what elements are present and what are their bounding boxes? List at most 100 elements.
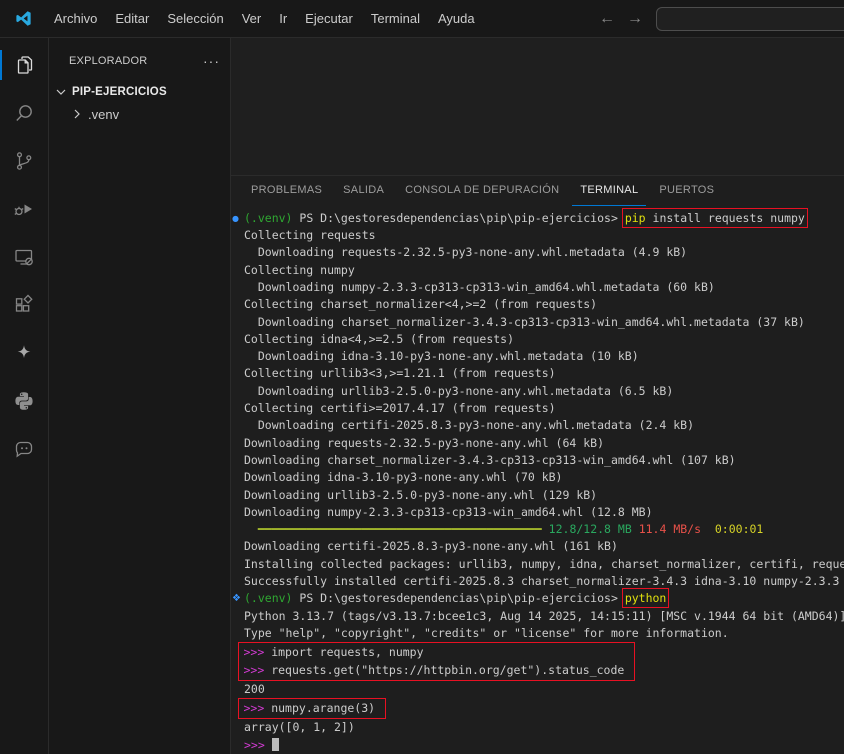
menu-item-archivo[interactable]: Archivo bbox=[45, 7, 106, 30]
more-actions-icon[interactable]: ··· bbox=[203, 53, 220, 69]
terminal-text: Collecting numpy bbox=[244, 263, 355, 277]
terminal-line: Downloading idna-3.10-py3-none-any.whl.m… bbox=[244, 348, 844, 365]
copilot-chat-icon bbox=[12, 437, 36, 461]
terminal-line: Downloading charset_normalizer-3.4.3-cp3… bbox=[244, 452, 844, 469]
terminal-text: 0:00:01 bbox=[715, 522, 763, 536]
panel-tab-terminal[interactable]: TERMINAL bbox=[572, 176, 646, 206]
annotation-box: >>> numpy.arange(3) bbox=[238, 698, 386, 719]
terminal-line: Collecting certifi>=2017.4.17 (from requ… bbox=[244, 400, 844, 417]
explorer-icon bbox=[12, 53, 36, 77]
terminal-text: Type "help", "copyright", "credits" or "… bbox=[244, 626, 729, 640]
activity-bar-item-copilot-sparkle-icon[interactable] bbox=[0, 329, 48, 377]
menubar: ArchivoEditarSelecciónVerIrEjecutarTermi… bbox=[45, 7, 484, 30]
menu-item-terminal[interactable]: Terminal bbox=[362, 7, 429, 30]
annotation-box: >>> import requests, numpy>>> requests.g… bbox=[238, 642, 635, 681]
terminal-line: >>> numpy.arange(3) bbox=[244, 700, 376, 717]
panel-tab-salida[interactable]: SALIDA bbox=[335, 176, 392, 206]
menu-item-editar[interactable]: Editar bbox=[106, 7, 158, 30]
terminal-text: Collecting requests bbox=[244, 228, 376, 242]
terminal-text: Collecting certifi>=2017.4.17 (from requ… bbox=[244, 401, 556, 415]
activity-bar-item-explorer-icon[interactable] bbox=[0, 41, 48, 89]
terminal-text: requests.get("https://httpbin.org/get").… bbox=[271, 663, 624, 677]
activity-bar-item-python-icon[interactable] bbox=[0, 377, 48, 425]
panel-tab-problemas[interactable]: PROBLEMAS bbox=[243, 176, 330, 206]
command-success-icon: ● bbox=[232, 210, 239, 227]
terminal-line: >>> bbox=[244, 737, 844, 754]
command-center-search[interactable] bbox=[656, 7, 844, 31]
terminal-line: Downloading charset_normalizer-3.4.3-cp3… bbox=[244, 314, 844, 331]
activity-bar-item-copilot-chat-icon[interactable] bbox=[0, 425, 48, 473]
panel-tab-puertos[interactable]: PUERTOS bbox=[651, 176, 722, 206]
folder-label: .venv bbox=[88, 107, 119, 122]
nav-back-icon[interactable]: ← bbox=[598, 10, 616, 28]
terminal-text: Downloading certifi-2025.8.3-py3-none-an… bbox=[244, 418, 694, 432]
terminal-line: Collecting idna<4,>=2.5 (from requests) bbox=[244, 331, 844, 348]
terminal-line: Downloading idna-3.10-py3-none-any.whl (… bbox=[244, 469, 844, 486]
terminal-annotated-group: >>> import requests, numpy>>> requests.g… bbox=[244, 642, 844, 681]
terminal-text: >>> bbox=[244, 645, 272, 659]
activity-bar-item-run-debug-icon[interactable] bbox=[0, 185, 48, 233]
activity-bar-item-source-control-icon[interactable] bbox=[0, 137, 48, 185]
nav-forward-icon[interactable]: → bbox=[626, 10, 644, 28]
terminal-line: Collecting urllib3<3,>=1.21.1 (from requ… bbox=[244, 365, 844, 382]
copilot-sparkle-icon bbox=[12, 341, 36, 365]
terminal-text: PS D:\gestoresdependencias\pip\pip-ejerc… bbox=[292, 211, 624, 225]
terminal-text: (.venv) bbox=[244, 211, 292, 225]
terminal[interactable]: ● (.venv) PS D:\gestoresdependencias\pip\… bbox=[231, 206, 844, 754]
folder-root-label: PIP-EJERCICIOS bbox=[72, 86, 167, 98]
terminal-text: Downloading certifi-2025.8.3-py3-none-an… bbox=[244, 539, 618, 553]
activity-bar-item-search-icon[interactable] bbox=[0, 89, 48, 137]
terminal-line: ❖(.venv) PS D:\gestoresdependencias\pip\… bbox=[244, 590, 844, 607]
command-running-icon: ❖ bbox=[232, 590, 241, 607]
terminal-text bbox=[244, 522, 258, 536]
terminal-cursor bbox=[272, 738, 279, 751]
annotation-box: python bbox=[625, 591, 667, 605]
terminal-line: array([0, 1, 2]) bbox=[244, 719, 844, 736]
annotation-box: pip install requests numpy bbox=[625, 211, 805, 225]
terminal-text: 200 bbox=[244, 682, 265, 696]
terminal-line: >>> requests.get("https://httpbin.org/ge… bbox=[244, 662, 625, 679]
activity-bar-item-remote-explorer-icon[interactable] bbox=[0, 233, 48, 281]
terminal-line: ━━━━━━━━━━━━━━━━━━━━━━━━━━━━━━━━━━━━━━━━… bbox=[244, 521, 844, 538]
terminal-line: Successfully installed certifi-2025.8.3 … bbox=[244, 573, 844, 590]
panel-tab-consola-de-depuracion[interactable]: CONSOLA DE DEPURACIÓN bbox=[397, 176, 567, 206]
terminal-text: Collecting idna<4,>=2.5 (from requests) bbox=[244, 332, 514, 346]
menu-item-ver[interactable]: Ver bbox=[233, 7, 271, 30]
menu-item-ir[interactable]: Ir bbox=[270, 7, 296, 30]
nav-arrows: ← → bbox=[598, 10, 644, 28]
terminal-text bbox=[701, 522, 715, 536]
terminal-text: array([0, 1, 2]) bbox=[244, 720, 355, 734]
activity-bar-item-extensions-icon[interactable] bbox=[0, 281, 48, 329]
terminal-text: 12.8/12.8 MB bbox=[549, 522, 632, 536]
sidebar-item-pip-ejercicios[interactable]: PIP-EJERCICIOS bbox=[49, 81, 230, 103]
terminal-line: Collecting numpy bbox=[244, 262, 844, 279]
terminal-text: Downloading requests-2.32.5-py3-none-any… bbox=[244, 245, 687, 259]
python-icon bbox=[12, 389, 36, 413]
terminal-line: ●(.venv) PS D:\gestoresdependencias\pip\… bbox=[244, 210, 844, 227]
terminal-text: Collecting charset_normalizer<4,>=2 (fro… bbox=[244, 297, 597, 311]
menu-item-seleccion[interactable]: Selección bbox=[158, 7, 232, 30]
activity-bar bbox=[0, 38, 49, 754]
menu-item-ayuda[interactable]: Ayuda bbox=[429, 7, 484, 30]
terminal-text bbox=[632, 522, 639, 536]
terminal-line: 200 bbox=[244, 681, 844, 698]
sidebar-item-venv[interactable]: .venv bbox=[49, 103, 230, 125]
extensions-icon bbox=[12, 293, 36, 317]
terminal-text: ━━━━━━━━━━━━━━━━━━━━━━━━━━━━━━━━━━━━━━━━… bbox=[258, 522, 542, 536]
terminal-line: Collecting requests bbox=[244, 227, 844, 244]
terminal-text bbox=[542, 522, 549, 536]
terminal-line: Collecting charset_normalizer<4,>=2 (fro… bbox=[244, 296, 844, 313]
chevron-down-icon bbox=[53, 84, 69, 100]
terminal-line: Installing collected packages: urllib3, … bbox=[244, 556, 844, 573]
terminal-text: pip bbox=[625, 211, 646, 225]
terminal-line: Downloading certifi-2025.8.3-py3-none-an… bbox=[244, 417, 844, 434]
source-control-icon bbox=[12, 149, 36, 173]
terminal-text: 11.4 MB/s bbox=[639, 522, 701, 536]
terminal-line: Downloading urllib3-2.5.0-py3-none-any.w… bbox=[244, 487, 844, 504]
panel-tabs: PROBLEMASSALIDACONSOLA DE DEPURACIÓNTERM… bbox=[231, 176, 844, 206]
run-debug-icon bbox=[12, 197, 36, 221]
terminal-text: Installing collected packages: urllib3, … bbox=[244, 557, 844, 571]
terminal-annotated-group: >>> numpy.arange(3) bbox=[244, 698, 844, 719]
editor-empty-area bbox=[231, 38, 844, 176]
menu-item-ejecutar[interactable]: Ejecutar bbox=[296, 7, 362, 30]
